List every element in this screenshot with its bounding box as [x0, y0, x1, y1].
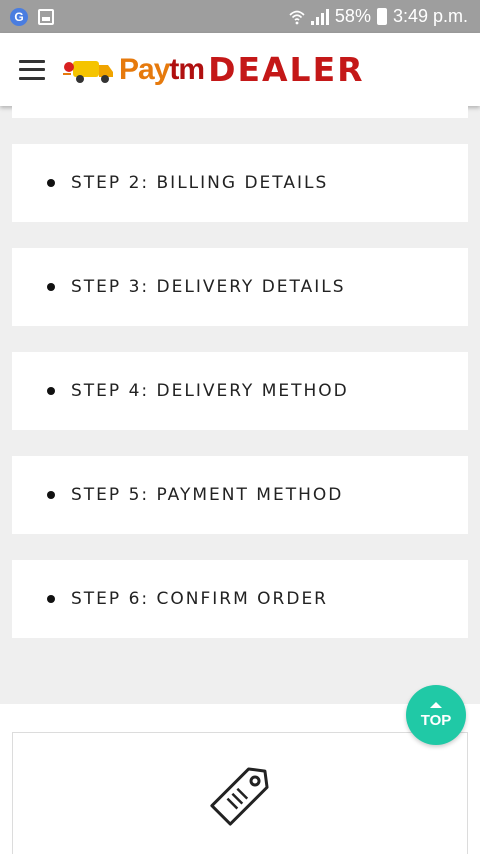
step-card-delivery-method[interactable]: STEP 4: DELIVERY METHOD — [12, 352, 468, 430]
battery-percent: 58% — [334, 6, 371, 26]
hamburger-icon[interactable] — [19, 59, 45, 80]
step-card-payment-method[interactable]: STEP 5: PAYMENT METHOD — [12, 456, 468, 534]
paytm-dealer-logo[interactable]: Paytm DEALER — [63, 50, 457, 89]
bullet-icon — [47, 595, 55, 603]
app-header: Paytm DEALER — [0, 33, 480, 106]
top-button-label: TOP — [420, 711, 452, 729]
step-card-delivery-details[interactable]: STEP 3: DELIVERY DETAILS — [12, 248, 468, 326]
bullet-icon — [47, 491, 55, 499]
bullet-icon — [47, 179, 55, 187]
truck-logo-icon — [63, 60, 113, 83]
image-icon — [38, 8, 54, 25]
step-label: STEP 6: CONFIRM ORDER — [71, 589, 328, 609]
step-label: STEP 5: PAYMENT METHOD — [71, 485, 344, 505]
step-label: STEP 4: DELIVERY METHOD — [71, 381, 349, 401]
step-card-billing[interactable]: STEP 2: BILLING DETAILS — [12, 144, 468, 222]
g-icon: G — [10, 7, 28, 26]
logo-paytm-text: Paytm — [119, 52, 205, 86]
bullet-icon — [47, 283, 55, 291]
wifi-icon — [289, 10, 305, 24]
arrow-up-icon — [430, 701, 442, 708]
previous-step-card — [12, 106, 468, 118]
step-label: STEP 3: DELIVERY DETAILS — [71, 277, 346, 297]
back-to-top-button[interactable]: TOP — [406, 685, 466, 745]
logo-dealer-text: DEALER — [208, 50, 365, 89]
price-tag-icon — [210, 767, 269, 826]
clock: 3:49 p.m. — [392, 6, 468, 26]
bullet-icon — [47, 387, 55, 395]
step-card-confirm-order[interactable]: STEP 6: CONFIRM ORDER — [12, 560, 468, 638]
status-bar: G 58% 3:49 p.m. — [0, 0, 480, 33]
step-label: STEP 2: BILLING DETAILS — [71, 173, 329, 193]
signal-icon — [310, 8, 329, 25]
battery-icon — [376, 8, 387, 25]
